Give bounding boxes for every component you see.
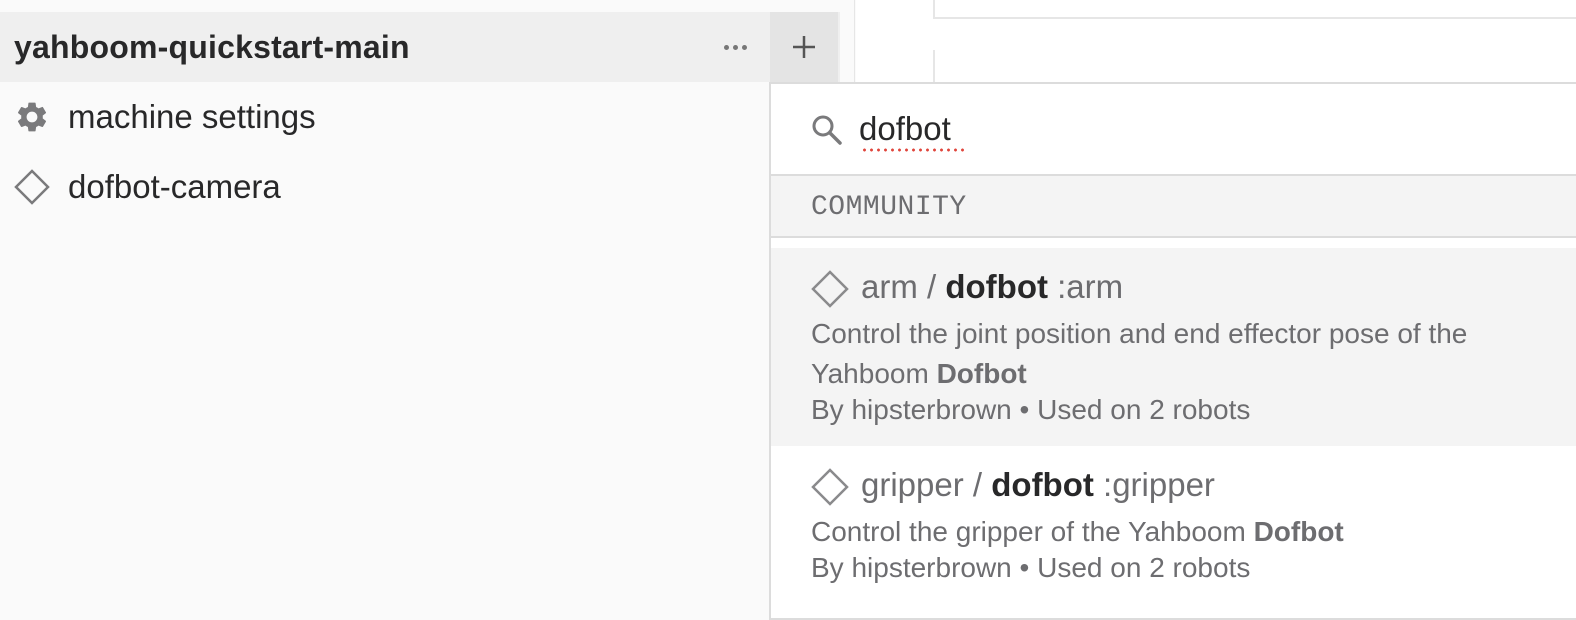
result-separator: /	[972, 466, 983, 503]
divider	[933, 17, 1576, 19]
spellcheck-underline	[861, 148, 967, 152]
diamond-icon	[14, 169, 50, 205]
result-suffix: :gripper	[1103, 466, 1215, 503]
result-item[interactable]: arm / dofbot :arm Control the joint posi…	[771, 248, 1576, 446]
sidebar: yahboom-quickstart-main machine settings	[0, 0, 855, 620]
sidebar-header: yahboom-quickstart-main	[0, 12, 840, 82]
divider	[933, 0, 935, 18]
ellipsis-icon	[723, 44, 747, 50]
result-title: arm / dofbot :arm	[861, 268, 1123, 306]
resource-list: machine settings dofbot-camera	[0, 82, 770, 222]
plus-icon	[793, 36, 815, 58]
result-type: gripper	[861, 466, 964, 503]
description-match: Dofbot	[936, 358, 1027, 389]
result-model: dofbot	[991, 466, 1094, 503]
result-meta: By hipsterbrown • Used on 2 robots	[811, 552, 1251, 583]
result-suffix: :arm	[1057, 268, 1124, 305]
description-match: Dofbot	[1253, 516, 1344, 547]
divider	[933, 50, 935, 82]
add-resource-button[interactable]	[770, 12, 838, 82]
section-label: COMMUNITY	[811, 192, 967, 223]
resource-item-dofbot-camera[interactable]: dofbot-camera	[0, 152, 770, 222]
diamond-icon	[811, 468, 849, 506]
search-bar	[771, 84, 1576, 176]
search-input[interactable]	[859, 106, 1459, 152]
more-options-button[interactable]	[706, 12, 764, 82]
search-icon	[812, 115, 842, 145]
result-title: gripper / dofbot :gripper	[861, 466, 1215, 504]
add-resource-dropdown: COMMUNITY arm / dofbot :arm Control the …	[769, 82, 1576, 620]
gear-icon	[14, 99, 50, 135]
resource-label: dofbot-camera	[68, 168, 281, 205]
section-header: COMMUNITY	[771, 176, 1576, 238]
result-description: Control the joint position and end effec…	[811, 314, 1531, 394]
resource-item-machine-settings[interactable]: machine settings	[0, 82, 770, 152]
project-title: yahboom-quickstart-main	[14, 29, 410, 65]
resource-label: machine settings	[68, 98, 316, 135]
result-meta: By hipsterbrown • Used on 2 robots	[811, 394, 1251, 425]
result-model: dofbot	[945, 268, 1048, 305]
result-separator: /	[927, 268, 937, 305]
description-text: Control the joint position and end effec…	[811, 318, 1468, 389]
description-text: Control the gripper of the Yahboom	[811, 516, 1254, 547]
diamond-icon	[811, 270, 849, 308]
result-description: Control the gripper of the Yahboom Dofbo…	[811, 512, 1531, 552]
result-item[interactable]: gripper / dofbot :gripper Control the gr…	[771, 446, 1576, 620]
result-type: arm	[861, 268, 918, 305]
